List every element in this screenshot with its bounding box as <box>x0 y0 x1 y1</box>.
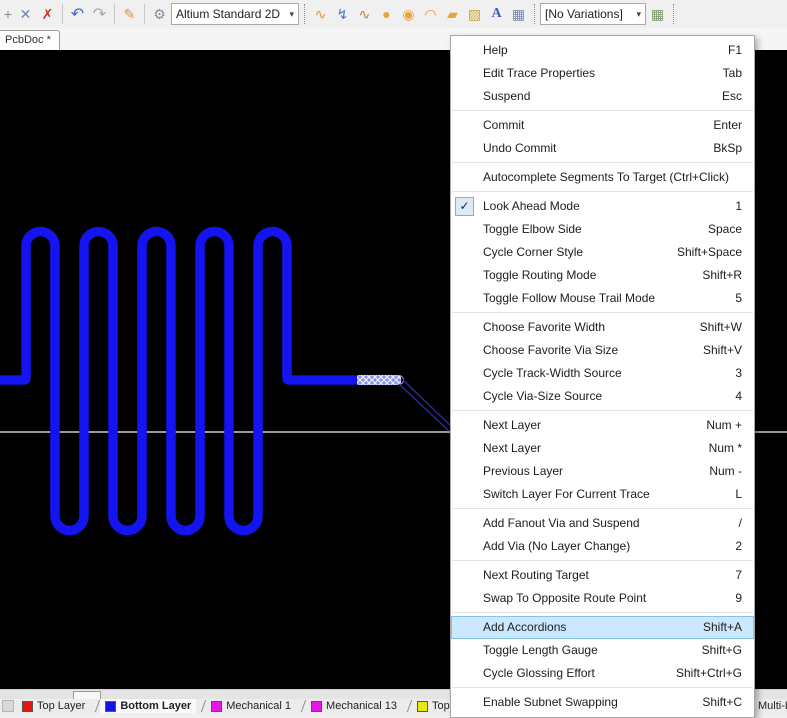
place-fill-icon[interactable]: ▰ <box>442 3 463 25</box>
menu-item-add-fanout-via-and-suspend[interactable]: Add Fanout Via and Suspend / <box>451 512 754 535</box>
clear-marks-icon[interactable]: ✗ <box>37 3 58 25</box>
menu-item-cycle-glossing-effort[interactable]: Cycle Glossing Effort Shift+Ctrl+G <box>451 662 754 685</box>
menu-item-autocomplete-segments[interactable]: Autocomplete Segments To Target (Ctrl+Cl… <box>451 166 754 189</box>
menu-separator <box>452 191 753 192</box>
menu-separator <box>452 508 753 509</box>
menu-item-toggle-routing-mode[interactable]: Toggle Routing Mode Shift+R <box>451 264 754 287</box>
menu-item-cycle-corner-style[interactable]: Cycle Corner Style Shift+Space <box>451 241 754 264</box>
layer-tab-label: Mechanical 1 <box>226 700 291 712</box>
document-tab-pcbdoc[interactable]: PcbDoc * <box>0 30 60 50</box>
layer-color-swatch <box>417 701 428 712</box>
menu-separator <box>452 612 753 613</box>
check-icon: ✓ <box>455 197 474 216</box>
menu-item-choose-favorite-width[interactable]: Choose Favorite Width Shift+W <box>451 316 754 339</box>
menu-item-add-via-no-layer-change[interactable]: Add Via (No Layer Change) 2 <box>451 535 754 558</box>
main-toolbar: + ✕ ✗ ↶ ↷ ✎ ⚙ Altium Standard 2D ▾ ∿ ↯ ∿… <box>0 0 787 29</box>
layer-color-swatch <box>311 701 322 712</box>
menu-item-suspend[interactable]: Suspend Esc <box>451 85 754 108</box>
menu-item-next-routing-target[interactable]: Next Routing Target 7 <box>451 564 754 587</box>
pencil-icon[interactable]: ✎ <box>119 3 140 25</box>
menu-item-edit-trace-properties[interactable]: Edit Trace Properties Tab <box>451 62 754 85</box>
menu-item-next-layer-plus[interactable]: Next Layer Num + <box>451 414 754 437</box>
menu-item-next-layer-star[interactable]: Next Layer Num * <box>451 437 754 460</box>
layer-tab-mechanical-13[interactable]: Mechanical 13 <box>306 699 402 713</box>
select-arrow-icon[interactable]: ↯ <box>332 3 353 25</box>
autoroute-icon[interactable]: ⚙ <box>149 3 170 25</box>
place-component-icon[interactable]: ▦ <box>508 3 529 25</box>
layer-tab-mechanical-1[interactable]: Mechanical 1 <box>206 699 296 713</box>
menu-item-toggle-length-gauge[interactable]: Toggle Length Gauge Shift+G <box>451 639 754 662</box>
menu-item-enable-subnet-swapping[interactable]: Enable Subnet Swapping Shift+C <box>451 691 754 714</box>
serpentine-trace <box>0 232 357 531</box>
layer-scroll-button[interactable] <box>2 700 14 712</box>
menu-separator <box>452 162 753 163</box>
toolbar-grip[interactable] <box>534 4 535 24</box>
chevron-down-icon: ▾ <box>636 9 641 20</box>
layer-tab-label: Mechanical 13 <box>326 700 397 712</box>
toolbar-separator <box>144 4 145 24</box>
routing-context-menu: Help F1 Edit Trace Properties Tab Suspen… <box>450 35 755 718</box>
variations-value: [No Variations] <box>545 7 623 21</box>
place-via-icon[interactable]: ◉ <box>398 3 419 25</box>
menu-separator <box>452 312 753 313</box>
break-net-icon[interactable]: ✕ <box>15 3 36 25</box>
menu-separator <box>452 110 753 111</box>
menu-item-toggle-elbow-side[interactable]: Toggle Elbow Side Space <box>451 218 754 241</box>
look-ahead-guide-line <box>399 384 449 431</box>
menu-item-add-accordions[interactable]: Add Accordions Shift+A <box>451 616 754 639</box>
menu-item-toggle-follow-mouse-trail-mode[interactable]: Toggle Follow Mouse Trail Mode 5 <box>451 287 754 310</box>
board-3d-icon[interactable]: ▦ <box>647 3 668 25</box>
toolbar-grip[interactable] <box>304 4 305 24</box>
toolbar-grip[interactable] <box>673 4 674 24</box>
layer-tab-separator <box>196 700 206 712</box>
menu-item-undo-commit[interactable]: Undo Commit BkSp <box>451 137 754 160</box>
place-arc-icon[interactable]: ◠ <box>420 3 441 25</box>
layer-tab-separator <box>90 700 100 712</box>
cursor-cross-icon[interactable]: + <box>2 3 14 25</box>
layer-tab-label: Multi-Layer <box>758 700 787 712</box>
view-configuration-combo[interactable]: Altium Standard 2D ▾ <box>171 3 299 25</box>
menu-item-switch-layer-for-current-trace[interactable]: Switch Layer For Current Trace L <box>451 483 754 506</box>
menu-item-cycle-via-size-source[interactable]: Cycle Via-Size Source 4 <box>451 385 754 408</box>
layer-tab-separator <box>296 700 306 712</box>
menu-item-look-ahead-mode[interactable]: ✓ Look Ahead Mode 1 <box>451 195 754 218</box>
interactive-route-icon[interactable]: ∿ <box>310 3 331 25</box>
undo-icon[interactable]: ↶ <box>67 3 88 25</box>
menu-item-cycle-track-width-source[interactable]: Cycle Track-Width Source 3 <box>451 362 754 385</box>
menu-separator <box>452 410 753 411</box>
layer-color-swatch <box>22 701 33 712</box>
layer-color-swatch <box>211 701 222 712</box>
toolbar-separator <box>62 4 63 24</box>
route-differential-icon[interactable]: ∿ <box>354 3 375 25</box>
redo-icon[interactable]: ↷ <box>89 3 110 25</box>
menu-separator <box>452 560 753 561</box>
look-ahead-guide-line <box>403 380 452 427</box>
menu-item-choose-favorite-via-size[interactable]: Choose Favorite Via Size Shift+V <box>451 339 754 362</box>
place-string-icon[interactable]: A <box>486 3 507 25</box>
menu-item-swap-to-opposite-route-point[interactable]: Swap To Opposite Route Point 9 <box>451 587 754 610</box>
place-room-icon[interactable]: ▨ <box>464 3 485 25</box>
view-configuration-value: Altium Standard 2D <box>176 7 280 21</box>
place-pad-icon[interactable]: ● <box>376 3 397 25</box>
menu-item-commit[interactable]: Commit Enter <box>451 114 754 137</box>
layer-tab-label: Top Layer <box>37 700 85 712</box>
chevron-down-icon: ▾ <box>289 9 294 20</box>
layer-tab-bottom-layer[interactable]: Bottom Layer <box>100 699 196 713</box>
toolbar-separator <box>114 4 115 24</box>
menu-item-help[interactable]: Help F1 <box>451 39 754 62</box>
layer-tab-top-layer[interactable]: Top Layer <box>17 699 90 713</box>
layer-tab-separator <box>402 700 412 712</box>
layer-color-swatch <box>105 701 116 712</box>
menu-separator <box>452 687 753 688</box>
variations-combo[interactable]: [No Variations] ▾ <box>540 3 646 25</box>
menu-item-previous-layer[interactable]: Previous Layer Num - <box>451 460 754 483</box>
layer-tab-label: Bottom Layer <box>120 700 191 712</box>
